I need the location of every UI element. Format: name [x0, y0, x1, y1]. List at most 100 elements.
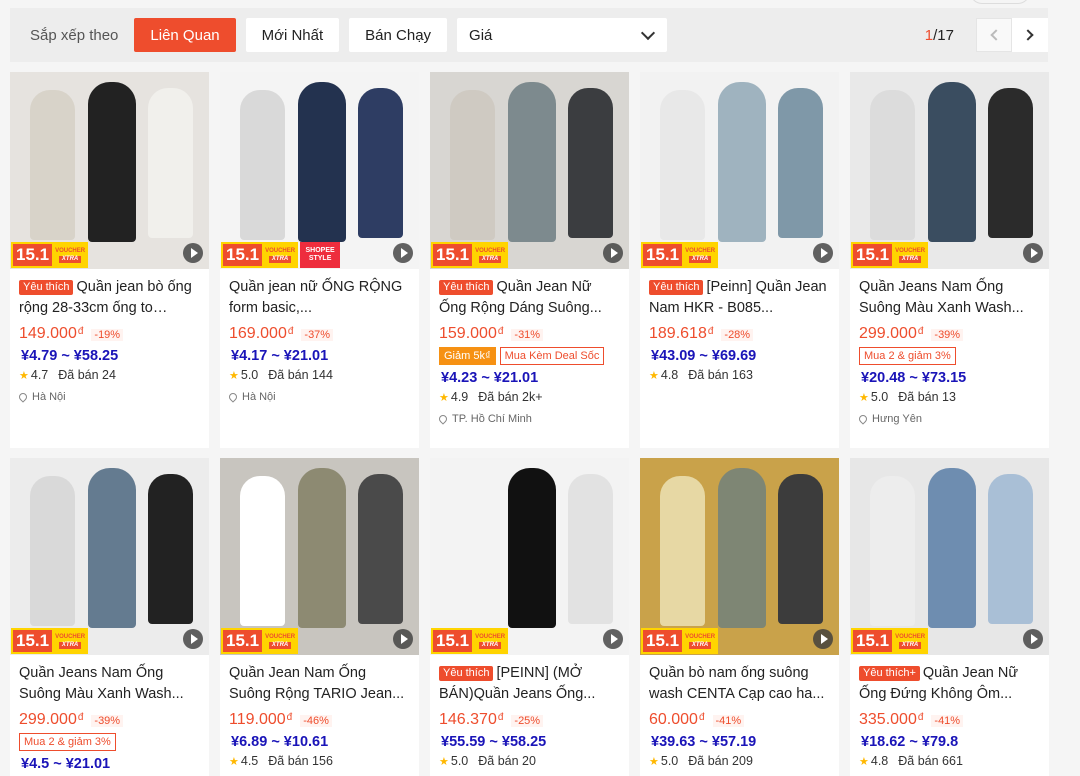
product-image[interactable]: 15.1 VOUCHER XTRA — [640, 458, 839, 655]
sold-count: Đã bán 144 — [268, 368, 333, 382]
product-image[interactable]: 15.1 VOUCHER XTRA — [850, 72, 1049, 269]
sold-count: Đã bán 209 — [688, 754, 753, 768]
promo-badge: 15.1 VOUCHER XTRA — [221, 628, 299, 654]
product-title[interactable]: Quần Jeans Nam Ống Suông Màu Xanh Wash..… — [859, 277, 1041, 319]
product-card[interactable]: 15.1 VOUCHER XTRA Yêu thích Quần Jean Nữ Ống… — [430, 72, 629, 448]
product-title[interactable]: Yêu thích+ Quần Jean Nữ Ống Đứng Không Ôm… — [859, 663, 1041, 705]
sold-count: Đã bán 163 — [688, 368, 753, 382]
product-image[interactable]: 15.1 VOUCHER XTRA — [640, 72, 839, 269]
product-price: 299.000đ — [859, 325, 924, 342]
yen-price-range: ¥6.89 ~ ¥10.61 — [231, 734, 329, 750]
product-image[interactable]: 15.1 VOUCHER XTRA — [430, 72, 629, 269]
product-image[interactable]: 15.1 VOUCHER XTRA — [850, 458, 1049, 655]
discount-badge: -41% — [931, 715, 964, 727]
sold-count: Đã bán 2k+ — [478, 390, 543, 404]
product-card[interactable]: 15.1 VOUCHER XTRA Yêu thích Quần jean bò ống… — [10, 72, 209, 448]
promo-badge: 15.1 VOUCHER XTRA — [641, 242, 719, 268]
discount-badge: -28% — [721, 329, 754, 341]
location-pin-icon — [17, 391, 29, 403]
product-price: 60.000đ — [649, 711, 705, 728]
yen-price-range: ¥43.09 ~ ¥69.69 — [651, 348, 757, 364]
rating-sold-row: ★ 4.9 Đã bán 2k+ — [439, 390, 621, 404]
discount-badge: -19% — [91, 329, 124, 341]
sort-relevance-button[interactable]: Liên Quan — [134, 18, 236, 52]
play-video-icon[interactable] — [183, 243, 203, 263]
promo-tags: Giảm 5k₫ Mua Kèm Deal Sốc — [439, 347, 621, 365]
promo-badge: 15.1 VOUCHER XTRA — [431, 628, 509, 654]
product-image[interactable]: 15.1 VOUCHER XTRA SHOPEE STYLE — [220, 72, 419, 269]
play-video-icon[interactable] — [603, 629, 623, 649]
sort-newest-button[interactable]: Mới Nhất — [245, 18, 340, 52]
rating-value: 4.7 — [30, 368, 49, 382]
rating-value: 5.0 — [240, 368, 259, 382]
next-page-button[interactable] — [1012, 18, 1048, 52]
rating-sold-row: ★ 5.0 Đã bán 20 — [439, 754, 621, 768]
product-price: 119.000đ — [229, 711, 293, 728]
promo-tag: Giảm 5k₫ — [439, 347, 496, 365]
product-title[interactable]: Yêu thích Quần Jean Nữ Ống Rộng Dáng Suôn… — [439, 277, 621, 319]
product-image[interactable]: 15.1 VOUCHER XTRA — [10, 72, 209, 269]
product-card[interactable]: 15.1 VOUCHER XTRA Quần Jeans Nam Ống Suông … — [10, 458, 209, 776]
rating-value: 5.0 — [870, 390, 889, 404]
product-title[interactable]: Quần jean nữ ỐNG RỘNG form basic,... — [229, 277, 411, 319]
discount-badge: -25% — [511, 715, 544, 727]
play-video-icon[interactable] — [1023, 629, 1043, 649]
sort-bar: Sắp xếp theo Liên Quan Mới Nhất Bán Chạy… — [10, 8, 1048, 62]
star-icon: ★ — [19, 369, 29, 382]
discount-badge: -46% — [300, 715, 332, 727]
product-image[interactable]: 15.1 VOUCHER XTRA — [430, 458, 629, 655]
product-title[interactable]: Yêu thích Quần jean bò ống rộng 28-33cm ố… — [19, 277, 201, 319]
product-card[interactable]: 15.1 VOUCHER XTRA Yêu thích [PEINN] (MỞ BÁN)… — [430, 458, 629, 776]
play-video-icon[interactable] — [813, 243, 833, 263]
sold-count: Đã bán 20 — [478, 754, 536, 768]
sort-bestseller-button[interactable]: Bán Chạy — [349, 18, 448, 52]
promo-badge: 15.1 VOUCHER XTRA — [851, 242, 929, 268]
play-video-icon[interactable] — [393, 243, 413, 263]
product-card[interactable]: 15.1 VOUCHER XTRA SHOPEE STYLE Quần jean nữ Ố… — [220, 72, 419, 448]
product-image[interactable]: 15.1 VOUCHER XTRA — [220, 458, 419, 655]
shop-location: TP. Hồ Chí Minh — [437, 413, 621, 425]
rating-sold-row: ★ 5.0 Đã bán 209 — [649, 754, 831, 768]
rating-value: 5.0 — [450, 754, 469, 768]
promo-tags: Mua 2 & giảm 3% — [19, 733, 201, 751]
play-video-icon[interactable] — [183, 629, 203, 649]
product-card[interactable]: 15.1 VOUCHER XTRA Quần bò nam ống suông was… — [640, 458, 839, 776]
promo-badge: 15.1 VOUCHER XTRA — [851, 628, 929, 654]
shop-location: Hà Nội — [17, 391, 201, 403]
product-card[interactable]: 15.1 VOUCHER XTRA Quần Jean Nam Ống Suông R… — [220, 458, 419, 776]
play-video-icon[interactable] — [813, 629, 833, 649]
play-video-icon[interactable] — [393, 629, 413, 649]
favorite-badge: Yêu thích — [439, 666, 494, 681]
play-video-icon[interactable] — [1023, 243, 1043, 263]
rating-sold-row: ★ 4.5 Đã bán 156 — [229, 754, 411, 768]
chevron-right-icon — [1022, 29, 1034, 41]
product-price: 335.000đ — [859, 711, 924, 728]
product-title[interactable]: Quần Jeans Nam Ống Suông Màu Xanh Wash..… — [19, 663, 201, 705]
product-title[interactable]: Quần bò nam ống suông wash CENTA Cạp cao… — [649, 663, 831, 705]
product-card[interactable]: 15.1 VOUCHER XTRA Quần Jeans Nam Ống Suông … — [850, 72, 1049, 448]
product-title[interactable]: Yêu thích [Peinn] Quần Jean Nam HKR - B08… — [649, 277, 831, 319]
promo-badge: 15.1 VOUCHER XTRA — [431, 242, 509, 268]
product-price: 169.000đ — [229, 325, 294, 342]
product-title[interactable]: Quần Jean Nam Ống Suông Rộng TARIO Jean.… — [229, 663, 411, 705]
sold-count: Đã bán 156 — [268, 754, 333, 768]
product-price: 159.000đ — [439, 325, 504, 342]
product-price: 299.000đ — [19, 711, 84, 728]
location-pin-icon — [227, 391, 239, 403]
product-title[interactable]: Yêu thích [PEINN] (MỞ BÁN)Quần Jeans Ống.… — [439, 663, 621, 705]
product-card[interactable]: 15.1 VOUCHER XTRA Yêu thích+ Quần Jean Nữ Ốn… — [850, 458, 1049, 776]
rating-sold-row: ★ 4.7 Đã bán 24 — [19, 368, 201, 382]
price-sort-select[interactable]: Giá — [457, 18, 668, 52]
promo-badge: 15.1 VOUCHER XTRA — [641, 628, 719, 654]
prev-page-button[interactable] — [976, 18, 1012, 52]
favorite-badge: Yêu thích — [19, 280, 74, 295]
product-price: 149.000đ — [19, 325, 84, 342]
rating-value: 4.5 — [240, 754, 259, 768]
yen-price-range: ¥20.48 ~ ¥73.15 — [861, 370, 967, 386]
play-video-icon[interactable] — [603, 243, 623, 263]
product-card[interactable]: 15.1 VOUCHER XTRA Yêu thích [Peinn] Quần Jea… — [640, 72, 839, 448]
product-image[interactable]: 15.1 VOUCHER XTRA — [10, 458, 209, 655]
page-indicator: 1/17 — [924, 26, 954, 44]
sold-count: Đã bán 13 — [898, 390, 956, 404]
star-icon: ★ — [439, 755, 449, 768]
